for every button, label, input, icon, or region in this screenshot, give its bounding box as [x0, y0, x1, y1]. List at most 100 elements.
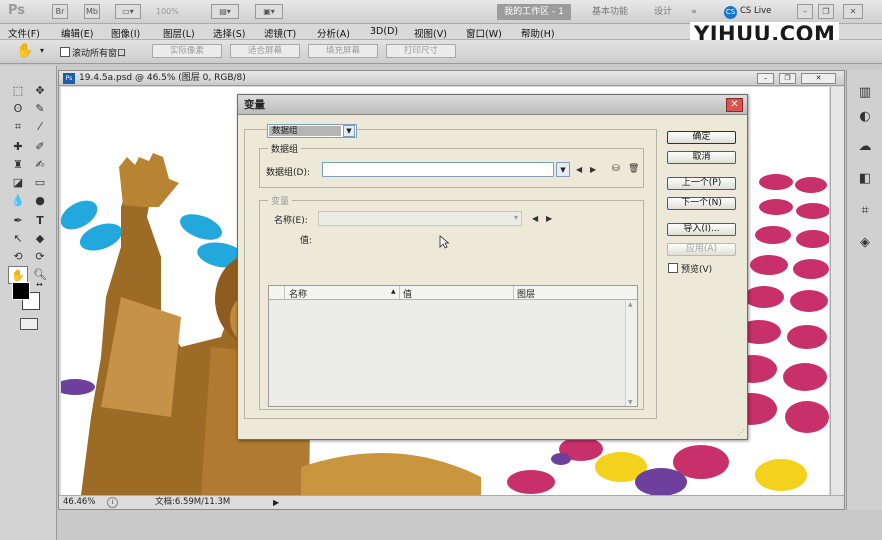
table-header-blank: [269, 286, 285, 299]
status-info-icon[interactable]: i: [107, 497, 118, 508]
3d-orbit-tool-icon[interactable]: ⟳: [30, 248, 50, 266]
eraser-tool-icon[interactable]: ◪: [8, 174, 28, 192]
previous-variable-icon[interactable]: ◀: [532, 214, 538, 223]
adjustments-panel-icon[interactable]: ◧: [854, 168, 876, 190]
dodge-tool-icon[interactable]: ●: [30, 192, 50, 210]
history-brush-tool-icon[interactable]: ✍: [30, 156, 50, 174]
fill-screen-button[interactable]: 填充屏幕: [308, 44, 378, 58]
previous-dataset-icon[interactable]: ◀: [576, 165, 582, 174]
close-app-icon[interactable]: ✕: [843, 4, 863, 19]
type-tool-icon[interactable]: T: [30, 212, 50, 230]
minimize-app-icon[interactable]: –: [797, 4, 813, 19]
workspace-essentials-button[interactable]: 基本功能: [581, 4, 639, 20]
color-panel-icon[interactable]: ☁: [854, 136, 876, 158]
scroll-down-icon[interactable]: ▼: [628, 399, 633, 406]
menu-window[interactable]: 窗口(W): [466, 26, 502, 40]
screen-mode-icon[interactable]: ▣▾: [255, 4, 283, 19]
foreground-color-swatch[interactable]: [12, 282, 30, 300]
next-dataset-icon[interactable]: ▶: [590, 165, 596, 174]
move-tool-icon[interactable]: ✥: [30, 82, 50, 100]
workspace-mine-button[interactable]: 我的工作区 - 1: [497, 4, 571, 20]
stamp-tool-icon[interactable]: ♜: [8, 156, 28, 174]
healing-tool-icon[interactable]: ✚: [8, 138, 28, 156]
menu-layer[interactable]: 图层(L): [163, 26, 195, 40]
transform-panel-icon[interactable]: ⌗: [854, 200, 876, 222]
crop-tool-icon[interactable]: ⌗: [8, 118, 28, 136]
resize-grip-icon[interactable]: ⋰: [737, 428, 745, 437]
doc-restore-icon[interactable]: ❐: [779, 73, 796, 84]
next-button[interactable]: 下一个(N): [667, 197, 736, 210]
swap-colors-icon[interactable]: ↔: [36, 280, 43, 289]
options-bar: ✋ ▾ 滚动所有窗口 实际像素 适合屏幕 填充屏幕 打印尺寸: [0, 40, 882, 64]
bridge-icon[interactable]: Br: [52, 4, 68, 19]
menu-help[interactable]: 帮助(H): [521, 26, 555, 40]
zoom-level[interactable]: 100%: [156, 7, 179, 16]
workspace-design-button[interactable]: 设计: [645, 4, 681, 20]
dataset-dropdown-icon[interactable]: ▼: [556, 162, 570, 177]
fit-screen-button[interactable]: 适合屏幕: [230, 44, 300, 58]
menu-select[interactable]: 选择(S): [213, 26, 245, 40]
gradient-tool-icon[interactable]: ▭: [30, 174, 50, 192]
menu-analysis[interactable]: 分析(A): [317, 26, 350, 40]
menu-view[interactable]: 视图(V): [414, 26, 447, 40]
menu-edit[interactable]: 编辑(E): [61, 26, 93, 40]
cancel-button[interactable]: 取消: [667, 151, 736, 164]
menu-filter[interactable]: 滤镜(T): [264, 26, 296, 40]
scroll-up-icon[interactable]: ▲: [628, 301, 633, 308]
menu-file[interactable]: 文件(F): [8, 26, 40, 40]
ok-button[interactable]: 确定: [667, 131, 736, 144]
lasso-tool-icon[interactable]: ʘ: [8, 100, 28, 118]
chevron-down-icon[interactable]: ▼: [343, 125, 355, 137]
save-dataset-icon[interactable]: ⛁: [612, 164, 620, 174]
3d-rotate-tool-icon[interactable]: ⟲: [8, 248, 28, 266]
doc-close-icon[interactable]: ✕: [801, 73, 836, 84]
navigator-panel-icon[interactable]: ◐: [854, 106, 876, 128]
view-extras-icon[interactable]: ▭▾: [115, 4, 141, 19]
mode-select[interactable]: 数据组 ▼: [267, 124, 357, 138]
previous-button[interactable]: 上一个(P): [667, 177, 736, 190]
path-select-tool-icon[interactable]: ↖: [8, 230, 28, 248]
dataset-group: 数据组 数据组(D): ▼ ◀ ▶ ⛁ 🗑︎: [259, 142, 644, 188]
zoom-percentage[interactable]: 46.46%: [63, 496, 95, 509]
hand-tool-icon[interactable]: ✋: [16, 43, 33, 59]
import-button[interactable]: 导入(I)...: [667, 223, 736, 236]
actual-pixels-button[interactable]: 实际像素: [152, 44, 222, 58]
status-menu-arrow-icon[interactable]: ▶: [273, 496, 279, 509]
name-select-chevron-icon[interactable]: ▾: [514, 213, 518, 222]
histogram-panel-icon[interactable]: ▥: [854, 82, 876, 104]
arrange-documents-icon[interactable]: ▤▾: [211, 4, 239, 19]
tool-preset-dropdown-icon[interactable]: ▾: [40, 46, 44, 55]
eyedropper-tool-icon[interactable]: ⁄: [30, 118, 50, 136]
preview-checkbox[interactable]: [668, 263, 678, 273]
variables-table[interactable]: 名称 ▲ 值 图层 ▲ ▼: [268, 285, 638, 407]
apply-button[interactable]: 应用(A): [667, 243, 736, 256]
quick-mask-icon[interactable]: [20, 318, 38, 330]
doc-minimize-icon[interactable]: –: [757, 73, 774, 84]
brush-tool-icon[interactable]: ✐: [30, 138, 50, 156]
quick-select-tool-icon[interactable]: ✎: [30, 100, 50, 118]
delete-dataset-icon[interactable]: 🗑︎: [628, 164, 639, 174]
name-select[interactable]: ▾: [318, 211, 522, 226]
more-workspaces-button[interactable]: »: [684, 4, 704, 20]
menu-3d[interactable]: 3D(D): [370, 26, 398, 37]
minibridge-icon[interactable]: Mb: [84, 4, 100, 19]
scroll-all-windows-checkbox[interactable]: [60, 47, 70, 57]
menu-image[interactable]: 图像(I): [111, 26, 140, 40]
next-variable-icon[interactable]: ▶: [546, 214, 552, 223]
column-value[interactable]: 值: [403, 287, 412, 300]
print-size-button[interactable]: 打印尺寸: [386, 44, 456, 58]
blur-tool-icon[interactable]: 💧: [8, 192, 28, 210]
close-icon[interactable]: ✕: [726, 98, 743, 112]
table-vertical-scrollbar[interactable]: ▲ ▼: [625, 301, 637, 406]
shape-tool-icon[interactable]: ◆: [30, 230, 50, 248]
layers-panel-icon[interactable]: ◈: [854, 232, 876, 254]
cslive-label[interactable]: CS Live: [740, 6, 771, 16]
restore-app-icon[interactable]: ❐: [818, 4, 834, 19]
pen-tool-icon[interactable]: ✒: [8, 212, 28, 230]
document-vertical-scrollbar[interactable]: [830, 87, 844, 495]
column-layer[interactable]: 图层: [517, 287, 535, 300]
column-name[interactable]: 名称: [289, 287, 307, 300]
cslive-icon[interactable]: CS: [724, 6, 737, 19]
dataset-input[interactable]: [322, 162, 554, 177]
marquee-tool-icon[interactable]: ⬚: [8, 82, 28, 100]
